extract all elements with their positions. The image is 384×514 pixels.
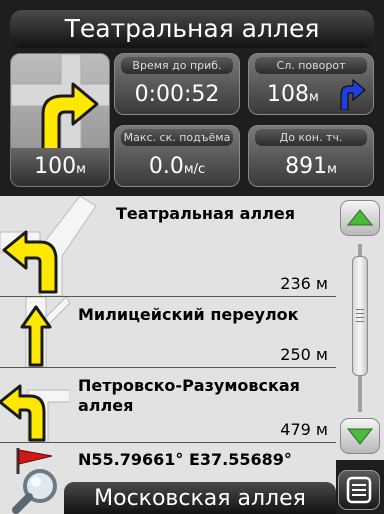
- to-end-point-value: 891: [285, 154, 328, 179]
- next-turn-label: Сл. поворот: [255, 57, 367, 74]
- time-to-arrival-label: Время до приб.: [121, 57, 233, 74]
- turn-left-icon: [0, 196, 97, 296]
- list-menu-icon: [346, 476, 372, 504]
- menu-button[interactable]: [338, 470, 380, 510]
- current-street-title: Театральная аллея: [10, 10, 374, 48]
- turn-left-icon: [0, 384, 70, 442]
- search-button[interactable]: [8, 466, 66, 514]
- scroll-grip-line: [356, 321, 364, 322]
- route-list-item[interactable]: Театральная аллея 236 м: [0, 196, 336, 297]
- next-turn-value: 108: [267, 82, 309, 107]
- arrow-down-icon: [346, 428, 374, 445]
- max-climb-speed-value-wrap: 0.0м/с: [115, 150, 239, 186]
- navigator-screen: Театральная аллея 100м Время до приб. 0:…: [0, 0, 384, 514]
- next-turn-panel[interactable]: 100м: [10, 53, 110, 187]
- route-step-distance: 236 м: [280, 274, 328, 293]
- straight-icon: [20, 297, 70, 367]
- to-end-point-label: До кон. тч.: [255, 129, 367, 146]
- next-turn-tile[interactable]: Сл. поворот 108м: [248, 53, 374, 115]
- route-step-name: Театральная аллея: [116, 204, 295, 223]
- next-turn-distance-unit: м: [76, 162, 86, 177]
- next-street-title: Московская аллея: [64, 482, 336, 514]
- scroll-thumb[interactable]: [352, 256, 368, 376]
- scroll-grip-line: [356, 317, 364, 318]
- magnifier-icon: [12, 469, 57, 514]
- max-climb-speed-value: 0.0: [148, 154, 184, 179]
- next-turn-distance: 100м: [11, 148, 109, 186]
- time-to-arrival-value: 0:00:52: [134, 82, 220, 107]
- max-climb-speed-unit: м/с: [183, 162, 206, 177]
- to-end-point-tile[interactable]: До кон. тч. 891м: [248, 125, 374, 187]
- route-list-item[interactable]: Петровско-Разумовская аллея 479 м: [0, 368, 336, 443]
- time-to-arrival-tile[interactable]: Время до приб. 0:00:52: [114, 53, 240, 115]
- route-list-item[interactable]: Милицейский переулок 250 м: [0, 297, 336, 368]
- dashboard: 100м Время до приб. 0:00:52 Сл. поворот …: [6, 51, 378, 191]
- next-turn-icon: [11, 54, 109, 150]
- scroll-grip-line: [356, 309, 364, 310]
- scroll-up-button[interactable]: [340, 200, 380, 236]
- arrow-up-icon: [346, 209, 374, 226]
- route-step-distance: 479 м: [280, 420, 328, 439]
- to-end-point-unit: м: [327, 162, 337, 177]
- turn-right-icon: [340, 78, 366, 110]
- to-end-point-value-wrap: 891м: [249, 150, 373, 186]
- next-turn-distance-value: 100: [34, 154, 77, 179]
- route-step-name: Милицейский переулок: [78, 305, 299, 324]
- destination-coordinates: N55.79661° E37.55689°: [78, 450, 292, 469]
- route-step-name: Петровско-Разумовская аллея: [78, 376, 300, 415]
- scroll-down-button[interactable]: [340, 418, 380, 454]
- scrollbar[interactable]: [336, 196, 384, 460]
- route-step-distance: 250 м: [280, 345, 328, 364]
- next-turn-unit: м: [309, 90, 319, 105]
- scroll-grip-line: [356, 313, 364, 314]
- max-climb-speed-label: Макс. ск. подъёма: [121, 129, 233, 146]
- max-climb-speed-tile[interactable]: Макс. ск. подъёма 0.0м/с: [114, 125, 240, 187]
